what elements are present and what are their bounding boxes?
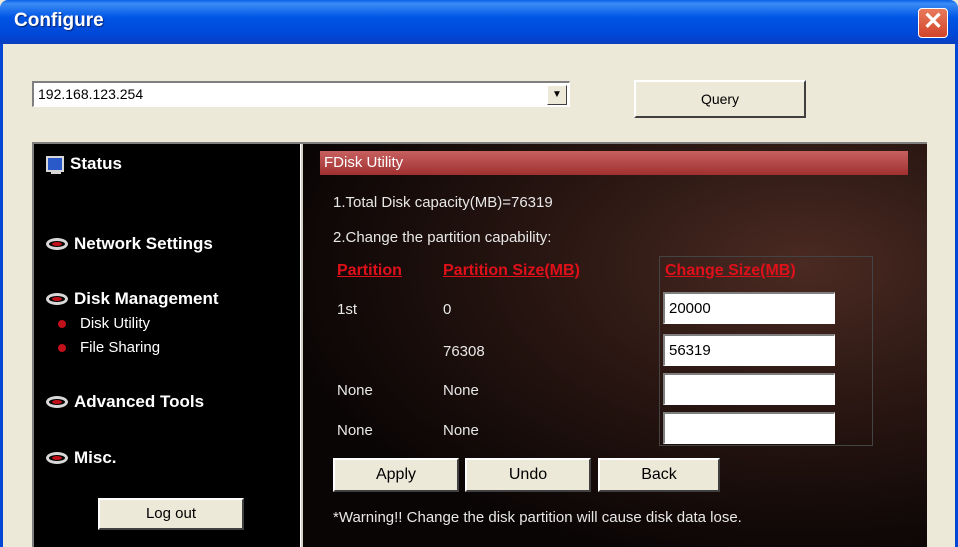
nav-file-sharing-label: File Sharing <box>80 339 161 356</box>
nav-network-settings[interactable]: Network Settings <box>46 234 213 254</box>
window-frame-left <box>0 44 3 547</box>
row-1-change-input[interactable] <box>663 292 835 324</box>
partition-size-header: Partition Size(MB) <box>443 262 580 279</box>
row-2-change-input[interactable] <box>663 334 835 366</box>
title-bar: Configure ✕ <box>0 0 958 44</box>
fdisk-title-bar: FDisk Utility <box>320 151 908 175</box>
nav-file-sharing[interactable]: File Sharing <box>58 339 160 356</box>
swoosh-icon <box>46 396 68 408</box>
partition-header: Partition <box>337 262 402 279</box>
nav-status[interactable]: Status <box>46 154 122 174</box>
change-size-header: Change Size(MB) <box>665 262 796 279</box>
logout-button[interactable]: Log out <box>98 498 244 530</box>
nav-network-label: Network Settings <box>74 234 213 253</box>
row-1-size: 0 <box>443 301 452 318</box>
bullet-icon <box>58 343 66 352</box>
row-4-partition: None <box>337 422 373 439</box>
dropdown-arrow-icon[interactable]: ▼ <box>547 85 567 105</box>
query-button[interactable]: Query <box>634 80 806 118</box>
row-4-change-input[interactable] <box>663 412 835 444</box>
fdisk-panel: FDisk Utility 1.Total Disk capacity(MB)=… <box>303 144 927 547</box>
nav-advanced-tools[interactable]: Advanced Tools <box>46 392 204 412</box>
apply-button[interactable]: Apply <box>333 458 459 492</box>
address-input[interactable] <box>38 86 528 102</box>
address-combo[interactable]: ▼ <box>32 81 570 107</box>
undo-button[interactable]: Undo <box>465 458 591 492</box>
nav-status-label: Status <box>70 154 122 173</box>
back-button[interactable]: Back <box>598 458 720 492</box>
bullet-icon <box>58 319 66 328</box>
window-title: Configure <box>14 10 104 31</box>
nav-misc[interactable]: Misc. <box>46 448 117 468</box>
row-3-change-input[interactable] <box>663 373 835 405</box>
nav-disk-management[interactable]: Disk Management <box>46 289 219 309</box>
row-1-partition: 1st <box>337 301 358 318</box>
nav-disk-utility[interactable]: Disk Utility <box>58 315 150 332</box>
monitor-icon <box>46 156 64 174</box>
row-3-size: None <box>443 382 479 399</box>
content-panel: Status Network Settings Disk Management … <box>32 142 927 547</box>
nav-disk-utility-label: Disk Utility <box>80 315 150 332</box>
row-2-size: 76308 <box>443 343 485 360</box>
close-button[interactable]: ✕ <box>918 8 948 38</box>
nav-misc-label: Misc. <box>74 448 117 467</box>
row-3-partition: None <box>337 382 373 399</box>
row-4-size: None <box>443 422 479 439</box>
warning-text: *Warning!! Change the disk partition wil… <box>333 509 742 526</box>
swoosh-icon <box>46 452 68 464</box>
total-capacity-text: 1.Total Disk capacity(MB)=76319 <box>333 194 553 211</box>
change-caption: 2.Change the partition capability: <box>333 229 552 246</box>
nav-disk-label: Disk Management <box>74 289 219 308</box>
sidebar: Status Network Settings Disk Management … <box>34 144 300 547</box>
nav-advanced-label: Advanced Tools <box>74 392 205 411</box>
swoosh-icon <box>46 238 68 250</box>
swoosh-icon <box>46 293 68 305</box>
